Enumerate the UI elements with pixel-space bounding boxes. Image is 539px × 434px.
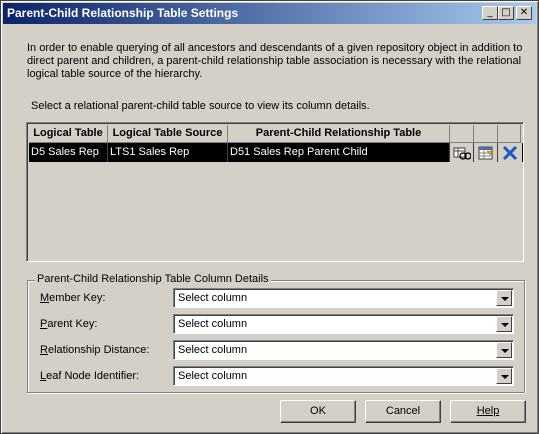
member-key-select[interactable]: Select column (173, 288, 514, 308)
maximize-icon: □ (501, 7, 511, 18)
cell-logical-table-source[interactable]: LTS1 Sales Rep (108, 143, 228, 162)
help-button[interactable]: Help (450, 400, 526, 423)
relationship-distance-label: Relationship Distance: (40, 344, 149, 356)
relationship-distance-label-text: elationship Distance: (47, 344, 150, 356)
cell-logical-table[interactable]: D5 Sales Rep (29, 143, 108, 162)
title-bar[interactable]: Parent-Child Relationship Table Settings… (3, 3, 536, 24)
table-row[interactable]: D5 Sales Rep LTS1 Sales Rep D51 Sales Re… (29, 143, 523, 162)
close-icon: ✕ (519, 7, 529, 18)
dialog-window: Parent-Child Relationship Table Settings… (0, 0, 539, 434)
chevron-down-icon[interactable] (496, 368, 512, 384)
relationship-distance-select[interactable]: Select column (173, 340, 514, 360)
member-key-mnemonic: M (40, 292, 50, 304)
ok-button[interactable]: OK (280, 400, 356, 423)
relationship-distance-value: Select column (178, 344, 248, 356)
parent-key-label-text: arent Key: (47, 318, 98, 330)
table-source-grid[interactable]: Logical Table Logical Table Source Paren… (26, 122, 524, 262)
leaf-node-identifier-label: Leaf Node Identifier: (40, 370, 139, 382)
cell-relationship-table[interactable]: D51 Sales Rep Parent Child (228, 143, 450, 162)
window-title: Parent-Child Relationship Table Settings (7, 6, 239, 20)
close-button[interactable]: ✕ (516, 6, 532, 20)
leaf-node-identifier-label-text: eaf Node Identifier: (46, 370, 140, 382)
parent-key-value: Select column (178, 318, 248, 330)
header-relationship-table[interactable]: Parent-Child Relationship Table (228, 125, 450, 143)
leaf-node-identifier-select[interactable]: Select column (173, 366, 514, 386)
header-icon-col-1 (450, 125, 474, 143)
minimize-button[interactable]: _ (482, 6, 498, 20)
chevron-down-icon[interactable] (496, 342, 512, 358)
maximize-button[interactable]: □ (498, 6, 514, 20)
chevron-down-icon[interactable] (496, 316, 512, 332)
grid-header: Logical Table Logical Table Source Paren… (29, 125, 521, 143)
chevron-down-icon[interactable] (496, 290, 512, 306)
parent-key-select[interactable]: Select column (173, 314, 514, 334)
header-icon-col-3 (498, 125, 521, 143)
intro-text: In order to enable querying of all ances… (27, 42, 523, 80)
header-icon-col-2 (474, 125, 498, 143)
delete-icon (502, 145, 518, 160)
select-hint: Select a relational parent-child table s… (31, 100, 370, 112)
minimize-icon: _ (487, 7, 493, 18)
column-details-legend: Parent-Child Relationship Table Column D… (35, 273, 271, 285)
parent-key-label: Parent Key: (40, 318, 97, 330)
leaf-node-identifier-value: Select column (178, 370, 248, 382)
header-logical-table-source[interactable]: Logical Table Source (108, 125, 228, 143)
header-logical-table[interactable]: Logical Table (29, 125, 108, 143)
member-key-label-text: ember Key: (49, 292, 106, 304)
relationship-distance-mnemonic: R (40, 344, 48, 356)
delete-button[interactable] (498, 143, 522, 162)
select-table-icon (453, 147, 471, 160)
member-key-value: Select column (178, 292, 248, 304)
member-key-label: Member Key: (40, 292, 105, 304)
edit-table-button[interactable] (474, 143, 498, 162)
edit-table-icon (478, 146, 493, 159)
select-table-button[interactable] (450, 143, 474, 162)
cancel-button[interactable]: Cancel (365, 400, 441, 423)
